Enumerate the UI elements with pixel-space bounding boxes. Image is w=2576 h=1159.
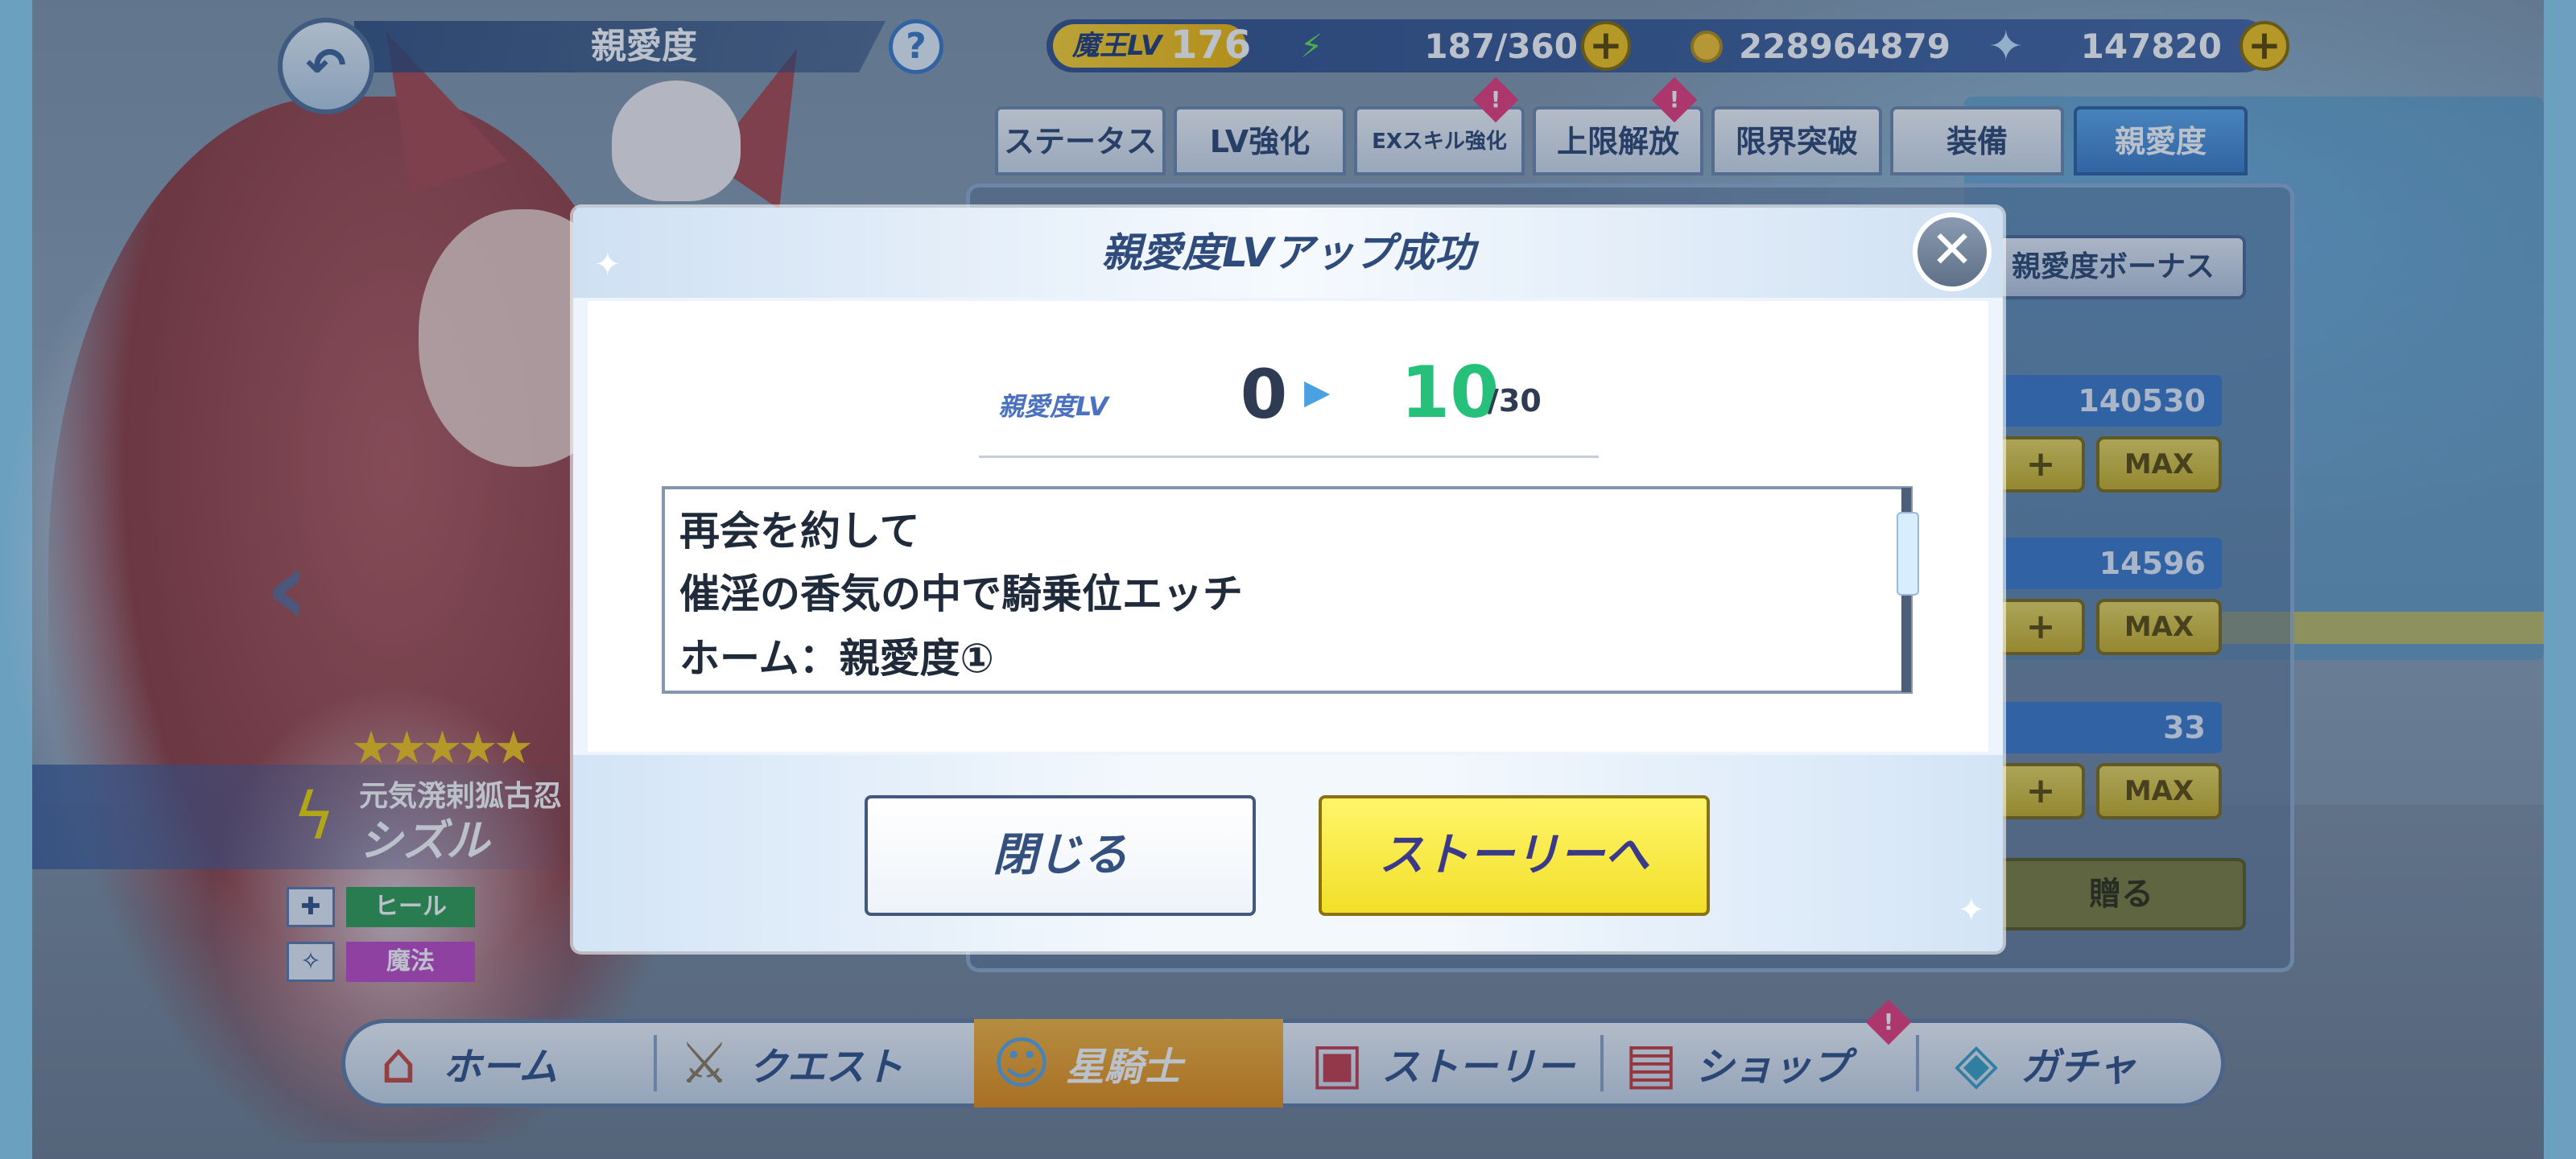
dialog-footer [573, 755, 2003, 951]
close-dialog-icon[interactable]: ✕ [1913, 212, 1992, 291]
story-line: 再会を約して [679, 508, 920, 555]
affection-level-new: 10 [1401, 351, 1500, 434]
sparkle-icon: ✦ [1958, 892, 1985, 929]
close-button[interactable]: 閉じる [865, 795, 1256, 916]
affection-level-max: /30 [1488, 383, 1542, 419]
level-arrow-icon: ▶ [1304, 372, 1331, 411]
story-line: 催淫の香気の中で騎乗位エッチ [679, 571, 1243, 617]
affection-level-old: 0 [1240, 355, 1288, 434]
scrollbar-thumb[interactable] [1897, 512, 1919, 596]
story-line: ホーム：親愛度① [679, 635, 994, 682]
divider [979, 456, 1599, 458]
affection-level-label: 親愛度LV [998, 391, 1108, 422]
go-to-story-button[interactable]: ストーリーへ [1319, 795, 1710, 916]
sparkle-icon: ✦ [594, 246, 621, 283]
dialog-title: 親愛度LVアップ成功 [1101, 229, 1475, 276]
